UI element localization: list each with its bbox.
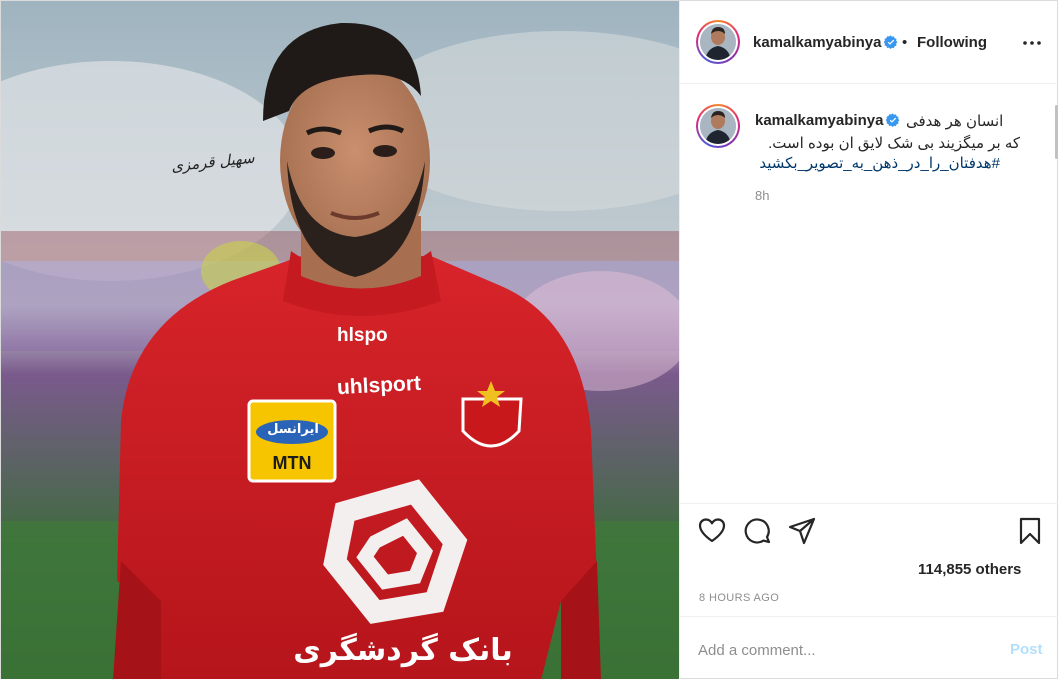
mtn-badge-text: MTN: [272, 453, 312, 473]
avatar[interactable]: [696, 20, 740, 64]
add-comment-bar: Post: [680, 616, 1058, 679]
caption-hashtag-link[interactable]: #هدفتان_را_در_ذهن_به_تصویر_بکشید: [755, 154, 1000, 172]
bank-sponsor-text: بانک گردشگری: [293, 633, 513, 668]
caption-text-line2: که بر میگزیند بی شک لایق ان بوده است.: [768, 135, 1020, 152]
comments-section: kamalkamyabinya انسان هر هدفی که بر میگز…: [680, 85, 1058, 503]
caption-username[interactable]: kamalkamyabinya: [755, 112, 900, 129]
verified-badge-icon: [884, 35, 898, 49]
caption-text-line1: انسان هر هدفی: [906, 113, 1004, 130]
post-actions: 114,855 others 8 HOURS AGO: [680, 503, 1058, 623]
irancell-badge-text: ایرانسل: [267, 422, 319, 437]
more-options-icon[interactable]: [1022, 33, 1042, 53]
post-header: kamalkamyabinya • Following: [680, 1, 1058, 84]
collar-brand-text: hlspo: [337, 325, 388, 346]
post-details-panel: kamalkamyabinya • Following kamalkamyabi…: [679, 1, 1058, 679]
instagram-post: uhlsport hlspo ایرانسل MTN بانک گردشگری …: [0, 0, 1058, 679]
post-timestamp[interactable]: 8 HOURS AGO: [699, 592, 779, 604]
caption-verified-badge-icon: [886, 113, 900, 127]
share-icon[interactable]: [788, 517, 816, 545]
likes-count[interactable]: 114,855 others: [918, 561, 1021, 578]
post-image[interactable]: uhlsport hlspo ایرانسل MTN بانک گردشگری …: [1, 1, 679, 679]
header-username-text: kamalkamyabinya: [753, 34, 882, 51]
header-separator: •: [902, 34, 908, 51]
caption-time[interactable]: 8h: [755, 188, 769, 203]
post-comment-button[interactable]: Post: [1010, 641, 1043, 658]
caption-avatar[interactable]: [696, 104, 740, 148]
jersey-sponsor-text: uhlsport: [336, 371, 422, 400]
comment-input[interactable]: [698, 635, 998, 665]
bookmark-icon[interactable]: [1016, 517, 1044, 545]
caption-username-text: kamalkamyabinya: [755, 112, 884, 129]
heart-icon[interactable]: [698, 517, 726, 545]
header-username[interactable]: kamalkamyabinya: [753, 34, 898, 51]
following-button[interactable]: Following: [917, 34, 987, 51]
comment-icon[interactable]: [743, 517, 771, 545]
